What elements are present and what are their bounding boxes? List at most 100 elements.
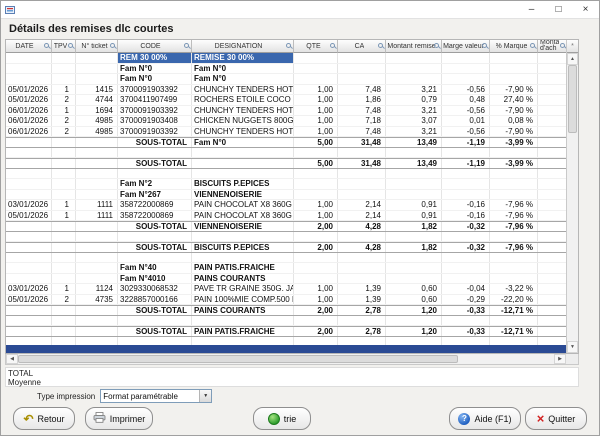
app-icon[interactable] bbox=[5, 5, 15, 15]
filter-icon[interactable] bbox=[44, 43, 49, 48]
print-format-select[interactable]: Format paramétrable ▼ bbox=[100, 389, 212, 403]
table-row[interactable]: Fam N°267VIENNENOISERIE bbox=[6, 190, 566, 201]
table-row[interactable]: 05/01/2026247353228857000166PAIN 100%MIE… bbox=[6, 295, 566, 306]
filter-icon[interactable] bbox=[434, 43, 439, 48]
table-row[interactable] bbox=[6, 169, 566, 180]
table-row[interactable]: SOUS-TOTALPAINS COURANTS2,002,781,20-0,3… bbox=[6, 305, 566, 316]
table-row[interactable] bbox=[6, 232, 566, 243]
cell-ticket bbox=[76, 179, 118, 189]
table-row[interactable]: Fam N°2BISCUITS P.EPICES bbox=[6, 179, 566, 190]
cell-remise: 1,82 bbox=[386, 222, 442, 231]
horizontal-scrollbar[interactable]: ◀ ▶ bbox=[5, 354, 579, 365]
selected-row-partial[interactable] bbox=[6, 345, 566, 353]
imprimer-button[interactable]: Imprimer bbox=[85, 407, 153, 430]
vertical-scroll-track[interactable] bbox=[567, 65, 578, 341]
table-row[interactable]: SOUS-TOTALBISCUITS P.EPICES2,004,281,82-… bbox=[6, 242, 566, 253]
maximize-button[interactable]: □ bbox=[545, 1, 572, 18]
cell-qte: 1,00 bbox=[294, 295, 338, 305]
column-header-designation[interactable]: DESIGNATION bbox=[192, 40, 294, 53]
close-button[interactable]: × bbox=[572, 1, 599, 18]
filter-icon[interactable] bbox=[560, 43, 565, 48]
cell-marque bbox=[490, 53, 538, 63]
cell-code: SOUS-TOTAL bbox=[118, 159, 192, 168]
table-row[interactable]: 06/01/2026249853700091903408CHICKEN NUGG… bbox=[6, 116, 566, 127]
table-row[interactable]: REM 30 00%REMISE 30 00% bbox=[6, 53, 566, 64]
cell-ticket: 4985 bbox=[76, 116, 118, 126]
column-header-marque[interactable]: % Marque bbox=[490, 40, 538, 53]
table-row[interactable]: Fam N°0Fam N°0 bbox=[6, 64, 566, 75]
table-row[interactable]: Fam N°4010PAINS COURANTS bbox=[6, 274, 566, 285]
scroll-up-button[interactable]: ▲ bbox=[567, 53, 578, 65]
scroll-left-button[interactable]: ◀ bbox=[6, 354, 18, 364]
cell-remise bbox=[386, 148, 442, 158]
cell-remise: 0,79 bbox=[386, 95, 442, 105]
table-row[interactable]: 03/01/2026111243029330068532PAVE TR GRAI… bbox=[6, 284, 566, 295]
filter-icon[interactable] bbox=[184, 43, 189, 48]
column-header-label: N° ticket bbox=[81, 43, 107, 50]
cell-achat bbox=[538, 243, 566, 252]
table-row[interactable]: 05/01/2026247443700411907499ROCHERS ETOI… bbox=[6, 95, 566, 106]
column-header-marge[interactable]: Marge valeur bbox=[442, 40, 490, 53]
table-row[interactable] bbox=[6, 148, 566, 159]
chevron-down-icon[interactable]: ▼ bbox=[199, 390, 211, 402]
aide-button[interactable]: ? Aide (F1) bbox=[449, 407, 521, 430]
filter-icon[interactable] bbox=[330, 43, 335, 48]
scroll-right-button[interactable]: ▶ bbox=[554, 354, 566, 364]
column-header-code[interactable]: CODE bbox=[118, 40, 192, 53]
quitter-button[interactable]: × Quitter bbox=[525, 407, 587, 430]
horizontal-scroll-track[interactable] bbox=[18, 354, 554, 364]
column-header-remise[interactable]: Montant remise bbox=[386, 40, 442, 53]
cell-remise: 3,21 bbox=[386, 106, 442, 116]
grid-header-row: DATETPVN° ticketCODEDESIGNATIONQTECAMont… bbox=[6, 40, 566, 53]
minimize-button[interactable]: – bbox=[518, 1, 545, 18]
trie-button[interactable]: trie bbox=[253, 407, 311, 430]
vertical-scroll-thumb[interactable] bbox=[568, 65, 577, 133]
column-header-qte[interactable]: QTE bbox=[294, 40, 338, 53]
cell-ticket bbox=[76, 306, 118, 315]
cell-code: 3228857000166 bbox=[118, 295, 192, 305]
table-row[interactable] bbox=[6, 316, 566, 327]
cell-achat bbox=[538, 306, 566, 315]
column-header-date[interactable]: DATE bbox=[6, 40, 52, 53]
discount-grid: DATETPVN° ticketCODEDESIGNATIONQTECAMont… bbox=[5, 39, 579, 354]
print-type-label: Type impression bbox=[37, 392, 95, 401]
table-row[interactable]: SOUS-TOTAL5,0031,4813,49-1,19-3,99 % bbox=[6, 158, 566, 169]
cell-qte: 1,00 bbox=[294, 116, 338, 126]
cell-marque bbox=[490, 179, 538, 189]
cell-tpv bbox=[52, 253, 76, 263]
filter-icon[interactable] bbox=[482, 43, 487, 48]
cell-code: Fam N°0 bbox=[118, 64, 192, 74]
table-row[interactable]: 06/01/2026249853700091903392CHUNCHY TEND… bbox=[6, 127, 566, 138]
cell-achat bbox=[538, 274, 566, 284]
cell-remise: 3,07 bbox=[386, 116, 442, 126]
scroll-down-button[interactable]: ▼ bbox=[567, 341, 578, 353]
filter-icon[interactable] bbox=[530, 43, 535, 48]
table-row[interactable] bbox=[6, 337, 566, 346]
table-row[interactable]: 03/01/202611111358722000869PAIN CHOCOLAT… bbox=[6, 200, 566, 211]
filter-icon[interactable] bbox=[110, 43, 115, 48]
retour-button[interactable]: ↶ Retour bbox=[13, 407, 75, 430]
cell-marge: -0,56 bbox=[442, 106, 490, 116]
table-row[interactable]: 05/01/2026114153700091903392CHUNCHY TEND… bbox=[6, 85, 566, 96]
table-row[interactable]: 05/01/202611111358722000869PAIN CHOCOLAT… bbox=[6, 211, 566, 222]
column-header-ticket[interactable]: N° ticket bbox=[76, 40, 118, 53]
filter-icon[interactable] bbox=[68, 43, 73, 48]
table-row[interactable] bbox=[6, 253, 566, 264]
column-header-tpv[interactable]: TPV bbox=[52, 40, 76, 53]
cell-date: 06/01/2026 bbox=[6, 127, 52, 137]
table-row[interactable]: 06/01/2026116943700091903392CHUNCHY TEND… bbox=[6, 106, 566, 117]
table-row[interactable]: SOUS-TOTALFam N°05,0031,4813,49-1,19-3,9… bbox=[6, 137, 566, 148]
cell-achat bbox=[538, 337, 566, 346]
column-header-ca[interactable]: CA bbox=[338, 40, 386, 53]
column-header-achat[interactable]: Montant d'ach bbox=[538, 40, 566, 53]
vertical-scrollbar[interactable]: * ▲ ▼ bbox=[566, 40, 578, 353]
table-row[interactable]: Fam N°40PAIN PATIS.FRAICHE bbox=[6, 263, 566, 274]
cell-ticket bbox=[76, 253, 118, 263]
grid-options-button[interactable]: * bbox=[567, 40, 578, 53]
table-row[interactable]: Fam N°0Fam N°0 bbox=[6, 74, 566, 85]
table-row[interactable]: SOUS-TOTALVIENNENOISERIE2,004,281,82-0,3… bbox=[6, 221, 566, 232]
horizontal-scroll-thumb[interactable] bbox=[18, 355, 458, 363]
filter-icon[interactable] bbox=[286, 43, 291, 48]
table-row[interactable]: SOUS-TOTALPAIN PATIS.FRAICHE2,002,781,20… bbox=[6, 326, 566, 337]
filter-icon[interactable] bbox=[378, 43, 383, 48]
